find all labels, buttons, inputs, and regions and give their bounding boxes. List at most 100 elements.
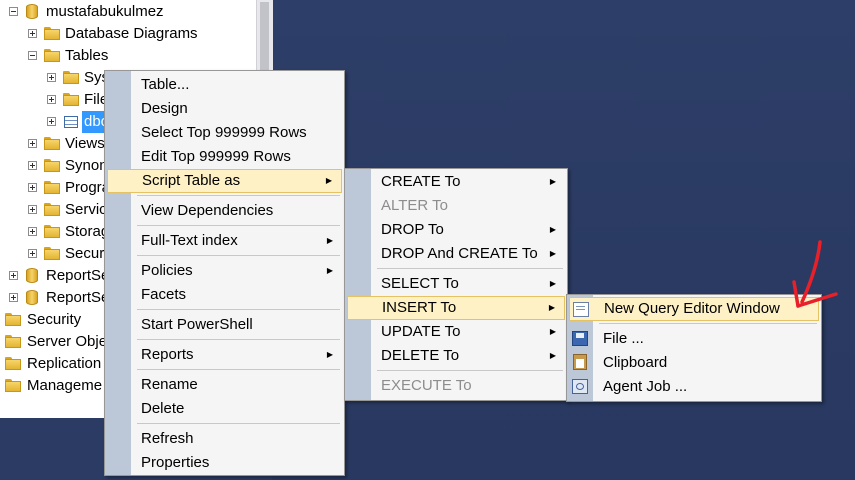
database-icon xyxy=(26,290,38,305)
expand-icon[interactable] xyxy=(47,117,56,126)
tree-node-label: Manageme xyxy=(27,377,103,394)
folder-icon xyxy=(63,71,79,84)
menu-item-new-table[interactable]: Table... xyxy=(107,73,342,97)
agent-job-icon xyxy=(572,379,588,394)
expand-icon[interactable] xyxy=(28,249,37,258)
tree-node-label: Storag xyxy=(65,223,110,240)
menu-item-design[interactable]: Design xyxy=(107,97,342,121)
menu-item-drop-and-create-to[interactable]: DROP And CREATE To ▶ xyxy=(347,242,565,266)
tree-node-database[interactable]: mustafabukulmez xyxy=(0,1,256,23)
submenu-arrow-icon: ▶ xyxy=(326,266,333,275)
menu-item-label: CREATE To xyxy=(381,173,461,190)
folder-icon xyxy=(5,379,21,392)
tree-node-label: ReportSe xyxy=(46,289,110,306)
collapse-icon[interactable] xyxy=(9,7,18,16)
menu-item-label: Select Top 999999 Rows xyxy=(141,124,307,141)
menu-item-label: SELECT To xyxy=(381,275,459,292)
submenu-arrow-icon: ▶ xyxy=(549,225,556,234)
expand-icon[interactable] xyxy=(28,183,37,192)
tree-node-label: Server Obje xyxy=(27,333,108,350)
menu-separator xyxy=(377,370,563,371)
menu-item-label: Table... xyxy=(141,76,190,93)
menu-item-policies[interactable]: Policies ▶ xyxy=(107,259,342,283)
menu-item-edit-top-rows[interactable]: Edit Top 999999 Rows xyxy=(107,145,342,169)
menu-item-label: File ... xyxy=(603,330,644,347)
expand-icon[interactable] xyxy=(9,293,18,302)
menu-item-label: Edit Top 999999 Rows xyxy=(141,148,291,165)
folder-icon xyxy=(5,335,21,348)
expand-icon[interactable] xyxy=(28,205,37,214)
menu-item-select-top-rows[interactable]: Select Top 999999 Rows xyxy=(107,121,342,145)
expand-icon[interactable] xyxy=(9,271,18,280)
menu-item-view-dependencies[interactable]: View Dependencies xyxy=(107,199,342,223)
menu-item-reports[interactable]: Reports ▶ xyxy=(107,343,342,367)
menu-item-select-to[interactable]: SELECT To ▶ xyxy=(347,272,565,296)
submenu-arrow-icon: ▶ xyxy=(549,279,556,288)
menu-item-script-table-as[interactable]: Script Table as ▶ xyxy=(107,169,342,193)
tree-node-label: Security xyxy=(27,311,82,328)
menu-item-label: Properties xyxy=(141,454,210,471)
menu-item-insert-to[interactable]: INSERT To ▶ xyxy=(347,296,565,320)
menu-item-full-text-index[interactable]: Full-Text index ▶ xyxy=(107,229,342,253)
submenu-arrow-icon: ▶ xyxy=(549,249,556,258)
menu-item-agent-job[interactable]: Agent Job ... xyxy=(569,375,819,399)
expand-icon[interactable] xyxy=(47,73,56,82)
menu-item-execute-to[interactable]: EXECUTE To xyxy=(347,374,565,398)
collapse-icon[interactable] xyxy=(28,51,37,60)
menu-item-label: Script Table as xyxy=(142,172,241,189)
menu-item-label: Facets xyxy=(141,286,187,303)
tree-node-label: Servic xyxy=(65,201,107,218)
menu-item-new-query-editor-window[interactable]: New Query Editor Window xyxy=(569,297,819,321)
expand-icon[interactable] xyxy=(28,161,37,170)
menu-item-facets[interactable]: Facets xyxy=(107,283,342,307)
menu-item-label: Delete xyxy=(141,400,185,417)
submenu-arrow-icon: ▶ xyxy=(549,327,556,336)
tree-node-label: Views xyxy=(65,135,105,152)
menu-separator xyxy=(599,323,817,324)
tree-node-tables[interactable]: Tables xyxy=(0,45,256,67)
menu-item-create-to[interactable]: CREATE To ▶ xyxy=(347,170,565,194)
menu-item-properties[interactable]: Properties xyxy=(107,451,342,475)
menu-item-label: DROP And CREATE To xyxy=(381,245,538,262)
database-icon xyxy=(26,268,38,283)
context-menu: Table... Design Select Top 999999 Rows E… xyxy=(104,70,345,476)
tree-node-label: mustafabukulmez xyxy=(46,3,164,20)
script-table-as-submenu: CREATE To ▶ ALTER To DROP To ▶ DROP And CR… xyxy=(344,168,568,401)
menu-item-label: EXECUTE To xyxy=(381,377,472,394)
folder-icon xyxy=(44,49,60,62)
menu-item-label: Rename xyxy=(141,376,198,393)
menu-item-delete-to[interactable]: DELETE To ▶ xyxy=(347,344,565,368)
menu-item-label: DELETE To xyxy=(381,347,460,364)
menu-item-drop-to[interactable]: DROP To ▶ xyxy=(347,218,565,242)
menu-item-label: Start PowerShell xyxy=(141,316,253,333)
menu-item-update-to[interactable]: UPDATE To ▶ xyxy=(347,320,565,344)
tree-node-database-diagrams[interactable]: Database Diagrams xyxy=(0,23,256,45)
menu-item-rename[interactable]: Rename xyxy=(107,373,342,397)
menu-item-refresh[interactable]: Refresh xyxy=(107,427,342,451)
clipboard-icon xyxy=(573,354,587,370)
expand-icon[interactable] xyxy=(28,29,37,38)
tree-node-label: ReportSe xyxy=(46,267,110,284)
menu-item-alter-to[interactable]: ALTER To xyxy=(347,194,565,218)
menu-item-label: View Dependencies xyxy=(141,202,274,219)
tree-node-label: Synon xyxy=(65,157,108,174)
menu-item-start-powershell[interactable]: Start PowerShell xyxy=(107,313,342,337)
folder-icon xyxy=(63,93,79,106)
submenu-arrow-icon: ▶ xyxy=(549,351,556,360)
menu-item-clipboard[interactable]: Clipboard xyxy=(569,351,819,375)
save-file-icon xyxy=(572,331,588,346)
folder-icon xyxy=(5,357,21,370)
submenu-arrow-icon: ▶ xyxy=(549,177,556,186)
menu-item-delete[interactable]: Delete xyxy=(107,397,342,421)
expand-icon[interactable] xyxy=(47,95,56,104)
menu-item-label: Design xyxy=(141,100,188,117)
expand-icon[interactable] xyxy=(28,227,37,236)
menu-item-file[interactable]: File ... xyxy=(569,327,819,351)
expand-icon[interactable] xyxy=(28,139,37,148)
menu-item-label: Policies xyxy=(141,262,193,279)
annotation-arrow-icon xyxy=(792,240,838,308)
menu-item-label: Clipboard xyxy=(603,354,668,371)
tree-node-label: Database Diagrams xyxy=(65,25,198,42)
folder-icon xyxy=(44,27,60,40)
folder-icon xyxy=(44,137,60,150)
